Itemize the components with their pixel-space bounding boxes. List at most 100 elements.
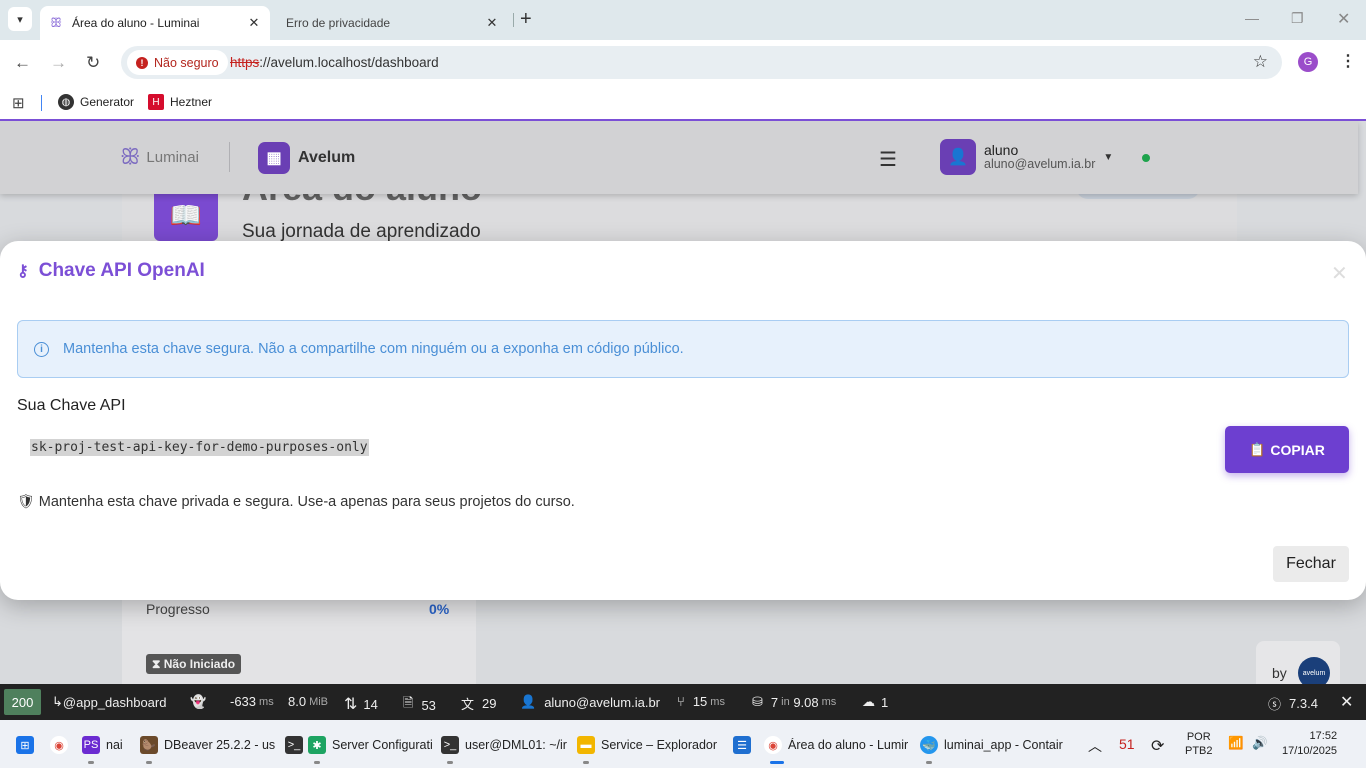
luminai-logo-icon: ꕥ — [120, 144, 141, 169]
memory-panel[interactable]: 8.0 MiB — [288, 694, 328, 709]
api-key-value[interactable]: sk-proj-test-api-key-for-demo-purposes-o… — [30, 439, 369, 456]
back-button[interactable]: ← — [14, 53, 31, 73]
dialog-header: ⚷ Chave API OpenAI — [17, 260, 205, 282]
taskbar-item-explorer[interactable]: ▬ Service – Explorador c — [577, 736, 721, 764]
ghost-icon[interactable]: 👻 — [190, 694, 206, 710]
security-panel[interactable]: 👤 aluno@avelum.ia.br — [520, 694, 660, 710]
tray-chevron-icon[interactable]: ︿ — [1088, 736, 1102, 756]
progress-value: 0% — [429, 601, 450, 617]
user-name: aluno — [984, 142, 1019, 158]
tab-title: Erro de privacidade — [286, 16, 391, 30]
requests-panel[interactable]: ⇅ 14 — [344, 694, 378, 714]
browser-tab-bar: ▾ ꕥ Área do aluno - Luminai ✕ Erro de pr… — [0, 0, 1366, 40]
route-panel[interactable]: ↳ @app_dashboard — [52, 694, 166, 710]
browser-menu-icon[interactable]: ⋮ — [1340, 51, 1356, 71]
tab-erro-de-privacidade[interactable]: Erro de privacidade ✕ — [278, 6, 508, 40]
security-chip[interactable]: ! Não seguro — [127, 50, 228, 75]
reload-button[interactable]: ↻ — [86, 53, 100, 73]
online-status-indicator — [1142, 154, 1150, 162]
progress-label: Progresso — [146, 601, 210, 617]
by-avelum-badge[interactable]: by avelum — [1256, 641, 1340, 684]
time-panel[interactable]: -633 ms — [230, 694, 274, 709]
tab-area-do-aluno[interactable]: ꕥ Área do aluno - Luminai ✕ — [40, 6, 270, 40]
taskbar-notepad[interactable]: ☰ — [733, 736, 757, 754]
dialog-close-icon[interactable]: ✕ — [1331, 261, 1348, 286]
avelum-logo-icon: avelum — [1298, 657, 1330, 684]
hero-subtitle: Sua jornada de aprendizado — [242, 221, 481, 242]
chrome-icon: ◉ — [50, 736, 68, 754]
tab-title: Área do aluno - Luminai — [72, 16, 200, 30]
caret-down-icon: ▼ — [1103, 151, 1114, 163]
forward-button[interactable]: → — [50, 53, 67, 73]
forms-panel[interactable]: 🗎 53 — [403, 694, 436, 716]
start-button[interactable]: ⊞ — [16, 736, 40, 754]
key-icon: ⚷ — [17, 263, 29, 280]
user-avatar-icon: 👤 — [940, 139, 976, 175]
clipboard-icon: 📋 — [1249, 441, 1266, 457]
system-clock[interactable]: 17:52 17/10/2025 — [1282, 729, 1337, 759]
language-indicator[interactable]: POR PTB2 — [1185, 730, 1213, 758]
apps-grid-icon[interactable]: ⊞ — [12, 94, 25, 112]
folder-icon: ▬ — [577, 736, 595, 754]
status-code-badge[interactable]: 200 — [4, 689, 41, 715]
debug-toolbar: 200 ↳ @app_dashboard 👻 -633 ms 8.0 MiB ⇅ 14 … — [0, 684, 1366, 720]
minimize-icon[interactable]: — — [1245, 10, 1259, 26]
taskbar-item-phpstorm[interactable]: PS nai — [82, 736, 123, 764]
security-chip-label: Não seguro — [154, 55, 219, 70]
restore-icon[interactable]: ❐ — [1291, 10, 1304, 27]
bookmark-heztner[interactable]: H Heztner — [148, 94, 212, 110]
url-text[interactable]: https://avelum.localhost/dashboard — [230, 55, 439, 70]
tab-search-button[interactable]: ▾ — [8, 7, 32, 31]
hamburger-menu-icon[interactable]: ☰ — [879, 147, 897, 172]
taskbar-item-chrome-window[interactable]: ◉ Área do aluno - Lumir — [764, 736, 908, 764]
luminai-favicon-icon: ꕥ — [49, 15, 63, 30]
wifi-icon[interactable]: 📶 — [1228, 736, 1244, 751]
http-client-panel[interactable]: ☁ 1 — [862, 694, 888, 710]
twig-panel[interactable]: ⑂ 15 ms — [677, 694, 725, 709]
hourglass-icon: ⧗ — [152, 656, 164, 671]
taskbar-item-dbeaver[interactable]: 🦫 DBeaver 25.2.2 - us — [140, 736, 275, 764]
book-icon: 📖 — [154, 189, 218, 241]
new-tab-button[interactable]: + — [520, 8, 532, 30]
taskbar-item-terminal[interactable]: >_ user@DML01: ~/ir — [441, 736, 567, 764]
info-icon: i — [34, 341, 49, 357]
database-panel[interactable]: ⛁ 7 in 9.08 ms — [752, 694, 836, 710]
window-close-icon[interactable]: ✕ — [1337, 9, 1350, 29]
tab-close-icon[interactable]: ✕ — [246, 15, 262, 31]
close-button[interactable]: Fechar — [1273, 546, 1349, 582]
api-key-dialog: ⚷ Chave API OpenAI ✕ i Mantenha esta cha… — [0, 241, 1366, 600]
bookmark-star-icon[interactable]: ☆ — [1253, 52, 1268, 72]
user-email: aluno@avelum.ia.br — [984, 157, 1096, 171]
tab-close-icon[interactable]: ✕ — [484, 15, 500, 31]
taskbar-item-server-config[interactable]: ✱ Server Configurati — [308, 736, 433, 764]
tab-separator — [513, 13, 514, 27]
luminai-logo[interactable]: ꕥ Luminai — [120, 144, 199, 170]
sync-icon[interactable]: ⟳ — [1151, 736, 1164, 756]
building-icon: ▦ — [258, 142, 290, 174]
taskbar-item-docker[interactable]: 🐳 luminai_app - Contair — [920, 736, 1063, 764]
header-divider — [229, 142, 230, 172]
translation-panel[interactable]: 文 29 — [461, 694, 496, 713]
debug-toolbar-close-icon[interactable]: ✕ — [1340, 692, 1353, 712]
security-note: 🛡 Mantenha esta chave privada e segura. … — [17, 493, 575, 510]
bookmarks-separator — [41, 95, 42, 111]
copy-button[interactable]: 📋 COPIAR — [1225, 426, 1349, 473]
workspace-logo[interactable]: ▦ Avelum — [258, 142, 355, 174]
user-icon: 👤 — [520, 694, 537, 709]
user-menu[interactable]: 👤 aluno aluno@avelum.ia.br ▼ — [940, 139, 1113, 175]
info-alert: i Mantenha esta chave segura. Não a comp… — [17, 320, 1349, 378]
taskbar-chrome[interactable]: ◉ — [50, 736, 74, 754]
status-badge: ⧗ Não Iniciado — [146, 654, 242, 674]
symfony-version-panel[interactable]: ⓢ 7.3.4 — [1268, 694, 1318, 713]
console-icon: >_ — [441, 736, 459, 754]
docker-icon: 🐳 — [920, 736, 938, 754]
address-bar[interactable]: ! Não seguro https://avelum.localhost/da… — [121, 46, 1282, 79]
tray-counter[interactable]: 51 — [1119, 736, 1135, 752]
terminal-icon: >_ — [285, 736, 303, 754]
profile-avatar[interactable]: G — [1298, 52, 1318, 72]
volume-icon[interactable]: 🔊 — [1252, 736, 1268, 751]
taskbar-terminal[interactable]: >_ — [285, 736, 309, 754]
bookmark-generator[interactable]: ◍ Generator — [58, 94, 134, 110]
database-icon: ⛁ — [752, 694, 763, 709]
notepad-icon: ☰ — [733, 736, 751, 754]
